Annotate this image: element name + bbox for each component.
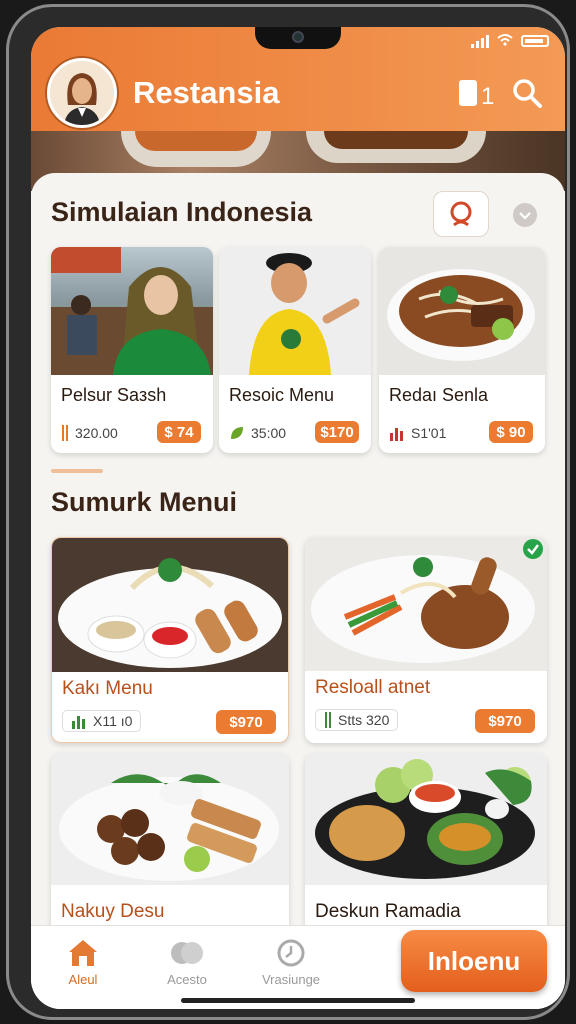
- menu-card[interactable]: Resoic Menu 35:00 $170: [219, 247, 371, 453]
- food-image: [51, 247, 213, 375]
- nav-item-label: Acesto: [167, 972, 207, 987]
- menu-item-name: Nakuy Desu: [61, 901, 165, 922]
- menu-card[interactable]: Redaı Senla S1'01 $ 90: [379, 247, 545, 453]
- clock-icon: [277, 939, 305, 967]
- app-title: Restansia: [133, 75, 280, 110]
- menu-item-meta-text: S1'01: [411, 425, 447, 441]
- chevron-down-icon[interactable]: [513, 203, 537, 227]
- nav-item-clock[interactable]: Vrasiunge: [239, 938, 343, 987]
- screen: Restansia 1 Simulaian Indonesia Pelsur S…: [31, 27, 565, 1009]
- menu-item-name: Redaı Senla: [389, 385, 489, 405]
- price-badge: $ 90: [489, 421, 533, 443]
- wifi-icon: [497, 33, 513, 49]
- leaf-icon: [231, 427, 243, 439]
- menu-item-name: Resoic Menu: [229, 385, 335, 405]
- price-badge: $170: [315, 421, 359, 443]
- search-icon[interactable]: [505, 71, 549, 115]
- food-image: [379, 247, 545, 375]
- price-badge: $970: [216, 710, 276, 734]
- nav-item-food[interactable]: Acesto: [135, 938, 239, 987]
- content-sheet: Simulaian Indonesia Pelsur Saзsh 320.00 …: [31, 173, 565, 1009]
- food-image: [51, 753, 289, 885]
- menu-card[interactable]: Nakuy Desu: [51, 753, 289, 943]
- menu-card[interactable]: Pelsur Saзsh 320.00 $ 74: [51, 247, 213, 453]
- menu-item-name: Resloall atnet: [315, 677, 431, 698]
- location-icon: [450, 201, 472, 227]
- menu-item-meta: X11 ı0: [62, 710, 142, 732]
- menu-item-meta-text: X11 ı0: [93, 713, 133, 729]
- bottom-nav: Aleul Acesto Vrasiunge Inloenu: [31, 925, 565, 1009]
- phone-frame: Restansia 1 Simulaian Indonesia Pelsur S…: [6, 4, 570, 1020]
- notch: [255, 27, 341, 49]
- menu-item-name: Kakı Menu: [62, 678, 153, 699]
- chart-icon: [390, 428, 403, 441]
- menu-item-meta: 320.00: [61, 425, 118, 441]
- nav-item-label: Vrasiunge: [261, 972, 321, 987]
- camera-icon: [292, 31, 304, 43]
- food-icon: [171, 942, 203, 964]
- signal-icon: [471, 34, 489, 48]
- food-image: [305, 537, 547, 671]
- soup-bowl-image: [121, 131, 271, 167]
- menu-item-meta-text: Stts 320: [338, 712, 390, 728]
- section-divider: [51, 469, 103, 473]
- order-button[interactable]: Inloenu: [401, 930, 547, 992]
- menu-item-name: Deskun Ramadia: [315, 901, 461, 922]
- menu-card[interactable]: Deskun Ramadia: [305, 753, 547, 943]
- menu-card[interactable]: Resloall atnet Stts 320 $970: [305, 537, 547, 743]
- nav-item-label: Aleul: [68, 972, 98, 987]
- menu-item-meta-text: 35:00: [251, 425, 287, 441]
- price-badge: $970: [475, 709, 535, 733]
- book-icon[interactable]: 1: [453, 71, 497, 115]
- menu-item-meta: S1'01: [389, 425, 446, 441]
- status-bar: [471, 31, 549, 51]
- food-image: [52, 538, 288, 672]
- section-title: Simulaian Indonesia: [51, 197, 313, 227]
- bar-icon: [325, 712, 331, 728]
- menu-item-meta-text: 320.00: [75, 425, 118, 441]
- menu-item-name: Pelsur Saзsh: [61, 385, 167, 405]
- filter-button[interactable]: [433, 191, 489, 237]
- book-count: 1: [481, 83, 494, 110]
- food-image: [305, 753, 547, 885]
- price-badge: $ 74: [157, 421, 201, 443]
- bar-icon: [62, 425, 68, 441]
- avatar[interactable]: [47, 58, 117, 128]
- food-image: [219, 247, 371, 375]
- chart-icon: [72, 716, 85, 729]
- home-icon: [69, 940, 97, 966]
- menu-item-meta: Stts 320: [315, 709, 399, 731]
- battery-icon: [521, 35, 549, 47]
- menu-item-meta: 35:00: [229, 425, 286, 441]
- home-indicator: [181, 998, 415, 1003]
- menu-card[interactable]: Kakı Menu X11 ı0 $970: [51, 537, 289, 743]
- nav-item-home[interactable]: Aleul: [31, 938, 135, 987]
- section-title: Sumurk Menui: [51, 487, 238, 517]
- noodle-bowl-image: [306, 131, 486, 163]
